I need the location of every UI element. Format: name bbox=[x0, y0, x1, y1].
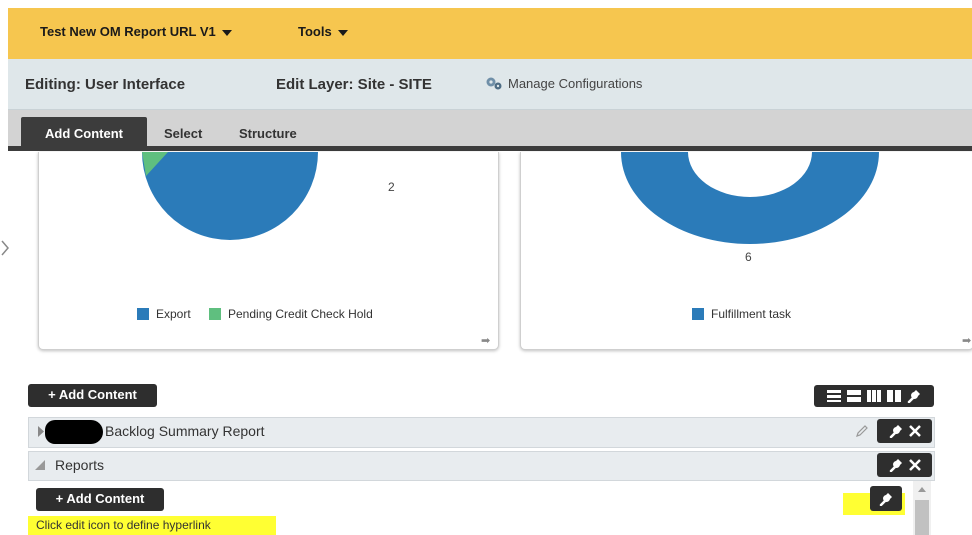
edit-hyperlink-button[interactable] bbox=[870, 486, 902, 511]
arrow-right-icon[interactable]: ➡ bbox=[481, 334, 490, 347]
layout-toolbar bbox=[814, 385, 934, 407]
wrench-icon[interactable] bbox=[889, 424, 903, 438]
pie-chart-left bbox=[142, 152, 318, 240]
layout-two-rows-icon[interactable] bbox=[847, 390, 861, 402]
caret-down-icon bbox=[221, 29, 232, 36]
legend-item: Pending Credit Check Hold bbox=[209, 307, 373, 321]
caret-down-icon bbox=[337, 29, 348, 36]
legend-swatch bbox=[692, 308, 704, 320]
redacted-text bbox=[45, 420, 103, 444]
scroll-up-icon[interactable] bbox=[917, 486, 927, 493]
tab-bar bbox=[8, 110, 972, 146]
tab-structure[interactable]: Structure bbox=[239, 126, 297, 141]
inner-add-content-button[interactable]: + Add Content bbox=[36, 488, 164, 511]
report-menu-label: Test New OM Report URL V1 bbox=[40, 24, 216, 39]
layout-columns-icon[interactable] bbox=[867, 390, 881, 402]
expand-arrow-icon[interactable] bbox=[37, 425, 45, 438]
manage-configurations-link[interactable]: Manage Configurations bbox=[485, 75, 642, 91]
layout-rows-icon[interactable] bbox=[827, 390, 841, 402]
tab-select[interactable]: Select bbox=[164, 126, 202, 141]
donut-slice-fulfillment bbox=[621, 152, 879, 244]
gears-icon bbox=[486, 77, 502, 90]
legend-swatch bbox=[209, 308, 221, 320]
arrow-right-icon[interactable]: ➡ bbox=[962, 334, 971, 347]
add-content-button[interactable]: + Add Content bbox=[28, 384, 157, 407]
wrench-icon[interactable] bbox=[907, 389, 921, 403]
wrench-icon bbox=[879, 492, 892, 506]
edit-layer-label: Edit Layer: Site - SITE bbox=[276, 76, 432, 93]
backlog-report-title: Backlog Summary Report bbox=[105, 423, 265, 439]
legend-label: Pending Credit Check Hold bbox=[228, 307, 373, 321]
hint-text: Click edit icon to define hyperlink bbox=[28, 516, 276, 535]
legend-item: Export bbox=[137, 307, 191, 321]
tab-add-content[interactable]: Add Content bbox=[21, 117, 147, 151]
close-icon[interactable] bbox=[908, 459, 921, 471]
editing-label: Editing: User Interface bbox=[25, 76, 186, 93]
report-menu[interactable]: Test New OM Report URL V1 bbox=[40, 24, 232, 39]
reports-row[interactable] bbox=[28, 451, 935, 481]
wrench-icon[interactable] bbox=[889, 458, 903, 472]
data-label-right: 6 bbox=[745, 250, 752, 264]
data-label-left: 2 bbox=[388, 180, 395, 194]
pencil-icon[interactable] bbox=[855, 424, 869, 438]
legend-swatch bbox=[137, 308, 149, 320]
tab-bar-underline bbox=[8, 146, 972, 151]
scrollbar-thumb[interactable] bbox=[915, 500, 929, 535]
close-icon[interactable] bbox=[908, 425, 921, 437]
donut-chart-right bbox=[621, 152, 879, 244]
collapse-arrow-icon[interactable] bbox=[0, 240, 10, 256]
tools-menu[interactable]: Tools bbox=[298, 24, 348, 39]
legend-item: Fulfillment task bbox=[692, 307, 791, 321]
backlog-row-actions bbox=[877, 419, 932, 443]
legend-label: Export bbox=[156, 307, 191, 321]
reports-row-actions bbox=[877, 453, 932, 477]
reports-title: Reports bbox=[55, 457, 105, 473]
manage-configurations-label: Manage Configurations bbox=[508, 76, 643, 91]
pie-slice-export bbox=[142, 152, 318, 240]
legend-label: Fulfillment task bbox=[711, 307, 792, 321]
tools-menu-label: Tools bbox=[298, 24, 332, 39]
collapse-triangle-icon[interactable] bbox=[34, 459, 46, 471]
layout-two-columns-icon[interactable] bbox=[887, 390, 901, 402]
